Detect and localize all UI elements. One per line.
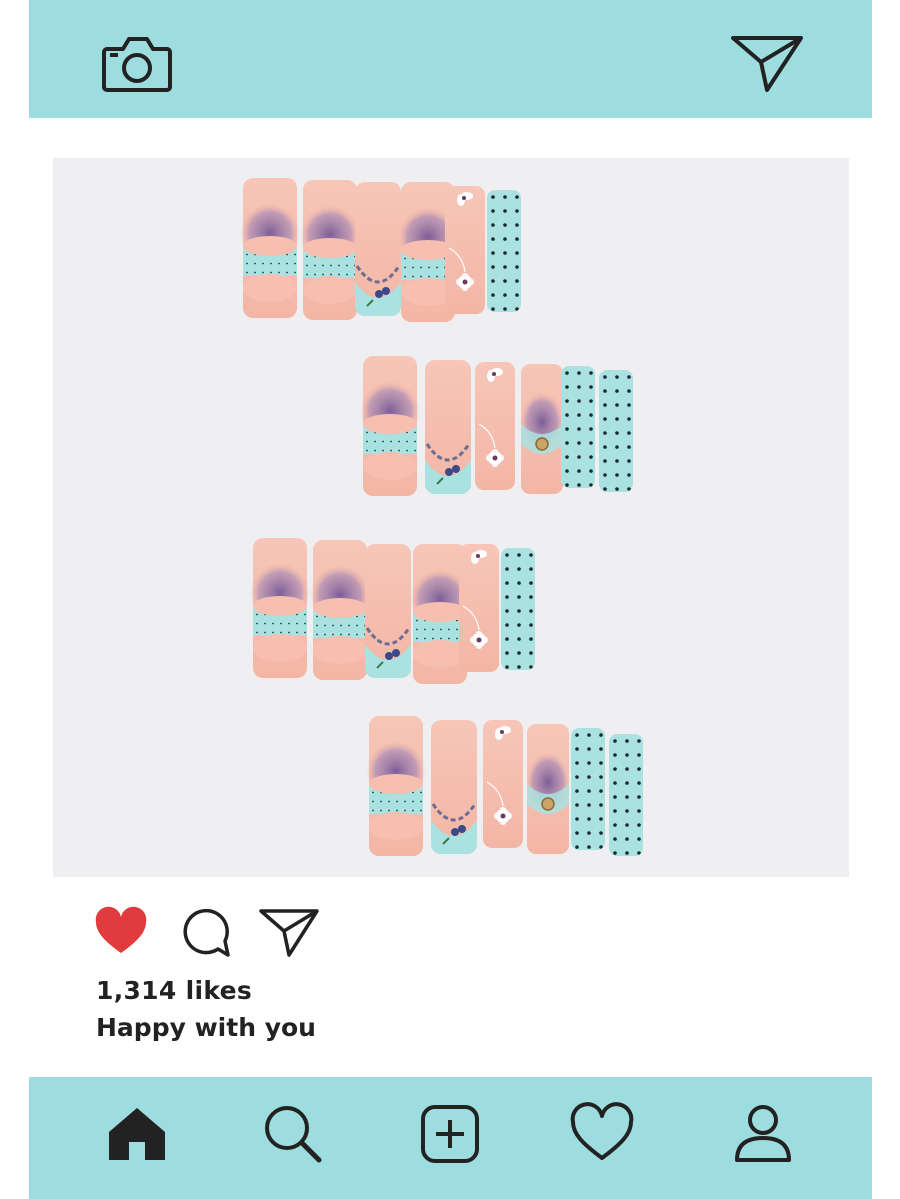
bottom-nav [29,1077,872,1199]
send-icon[interactable] [729,30,805,94]
profile-icon[interactable] [731,1102,795,1166]
camera-icon[interactable] [101,33,173,95]
comment-icon[interactable] [178,905,232,959]
share-icon[interactable] [258,905,320,959]
likes-count[interactable]: 1,314 likes [96,976,252,1005]
add-icon[interactable] [418,1102,482,1166]
post-caption: Happy with you [96,1013,316,1042]
top-bar [29,0,872,118]
post-image [53,158,849,877]
search-icon[interactable] [261,1102,325,1166]
home-icon[interactable] [105,1102,169,1166]
activity-heart-icon[interactable] [569,1102,634,1166]
heart-icon[interactable] [94,905,148,959]
nails-photo [240,178,643,856]
post-actions [94,905,394,969]
